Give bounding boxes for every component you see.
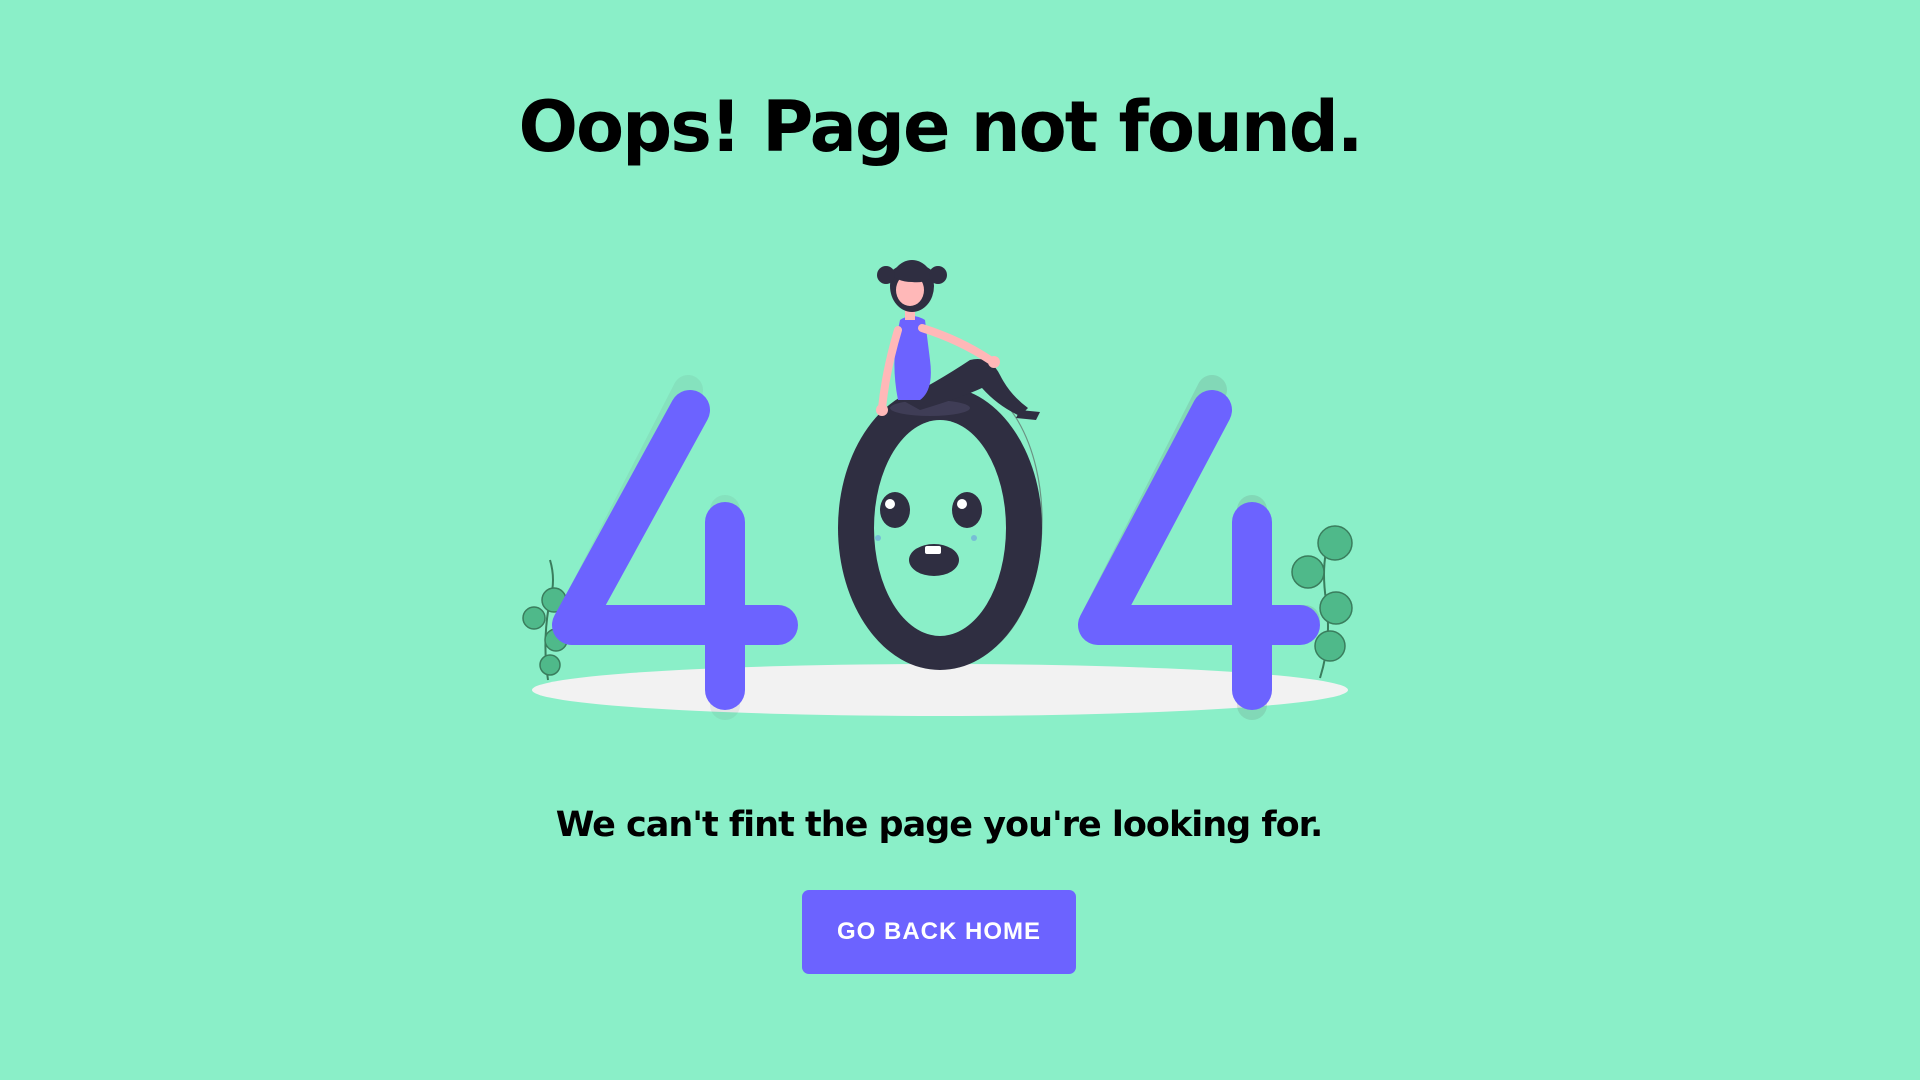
go-back-home-button[interactable]: GO BACK HOME (802, 890, 1076, 974)
right-plant-icon (1291, 525, 1353, 679)
right-four-digit (1078, 390, 1320, 710)
sitting-person-icon (876, 260, 1040, 420)
left-four-digit (552, 390, 798, 710)
not-found-message: We can't fint the page you're looking fo… (555, 805, 1324, 845)
page-title: Oops! Page not found. (518, 86, 1364, 168)
zero-digit (838, 386, 1042, 670)
404-illustration (522, 260, 1353, 720)
ground-shadow (532, 664, 1348, 716)
